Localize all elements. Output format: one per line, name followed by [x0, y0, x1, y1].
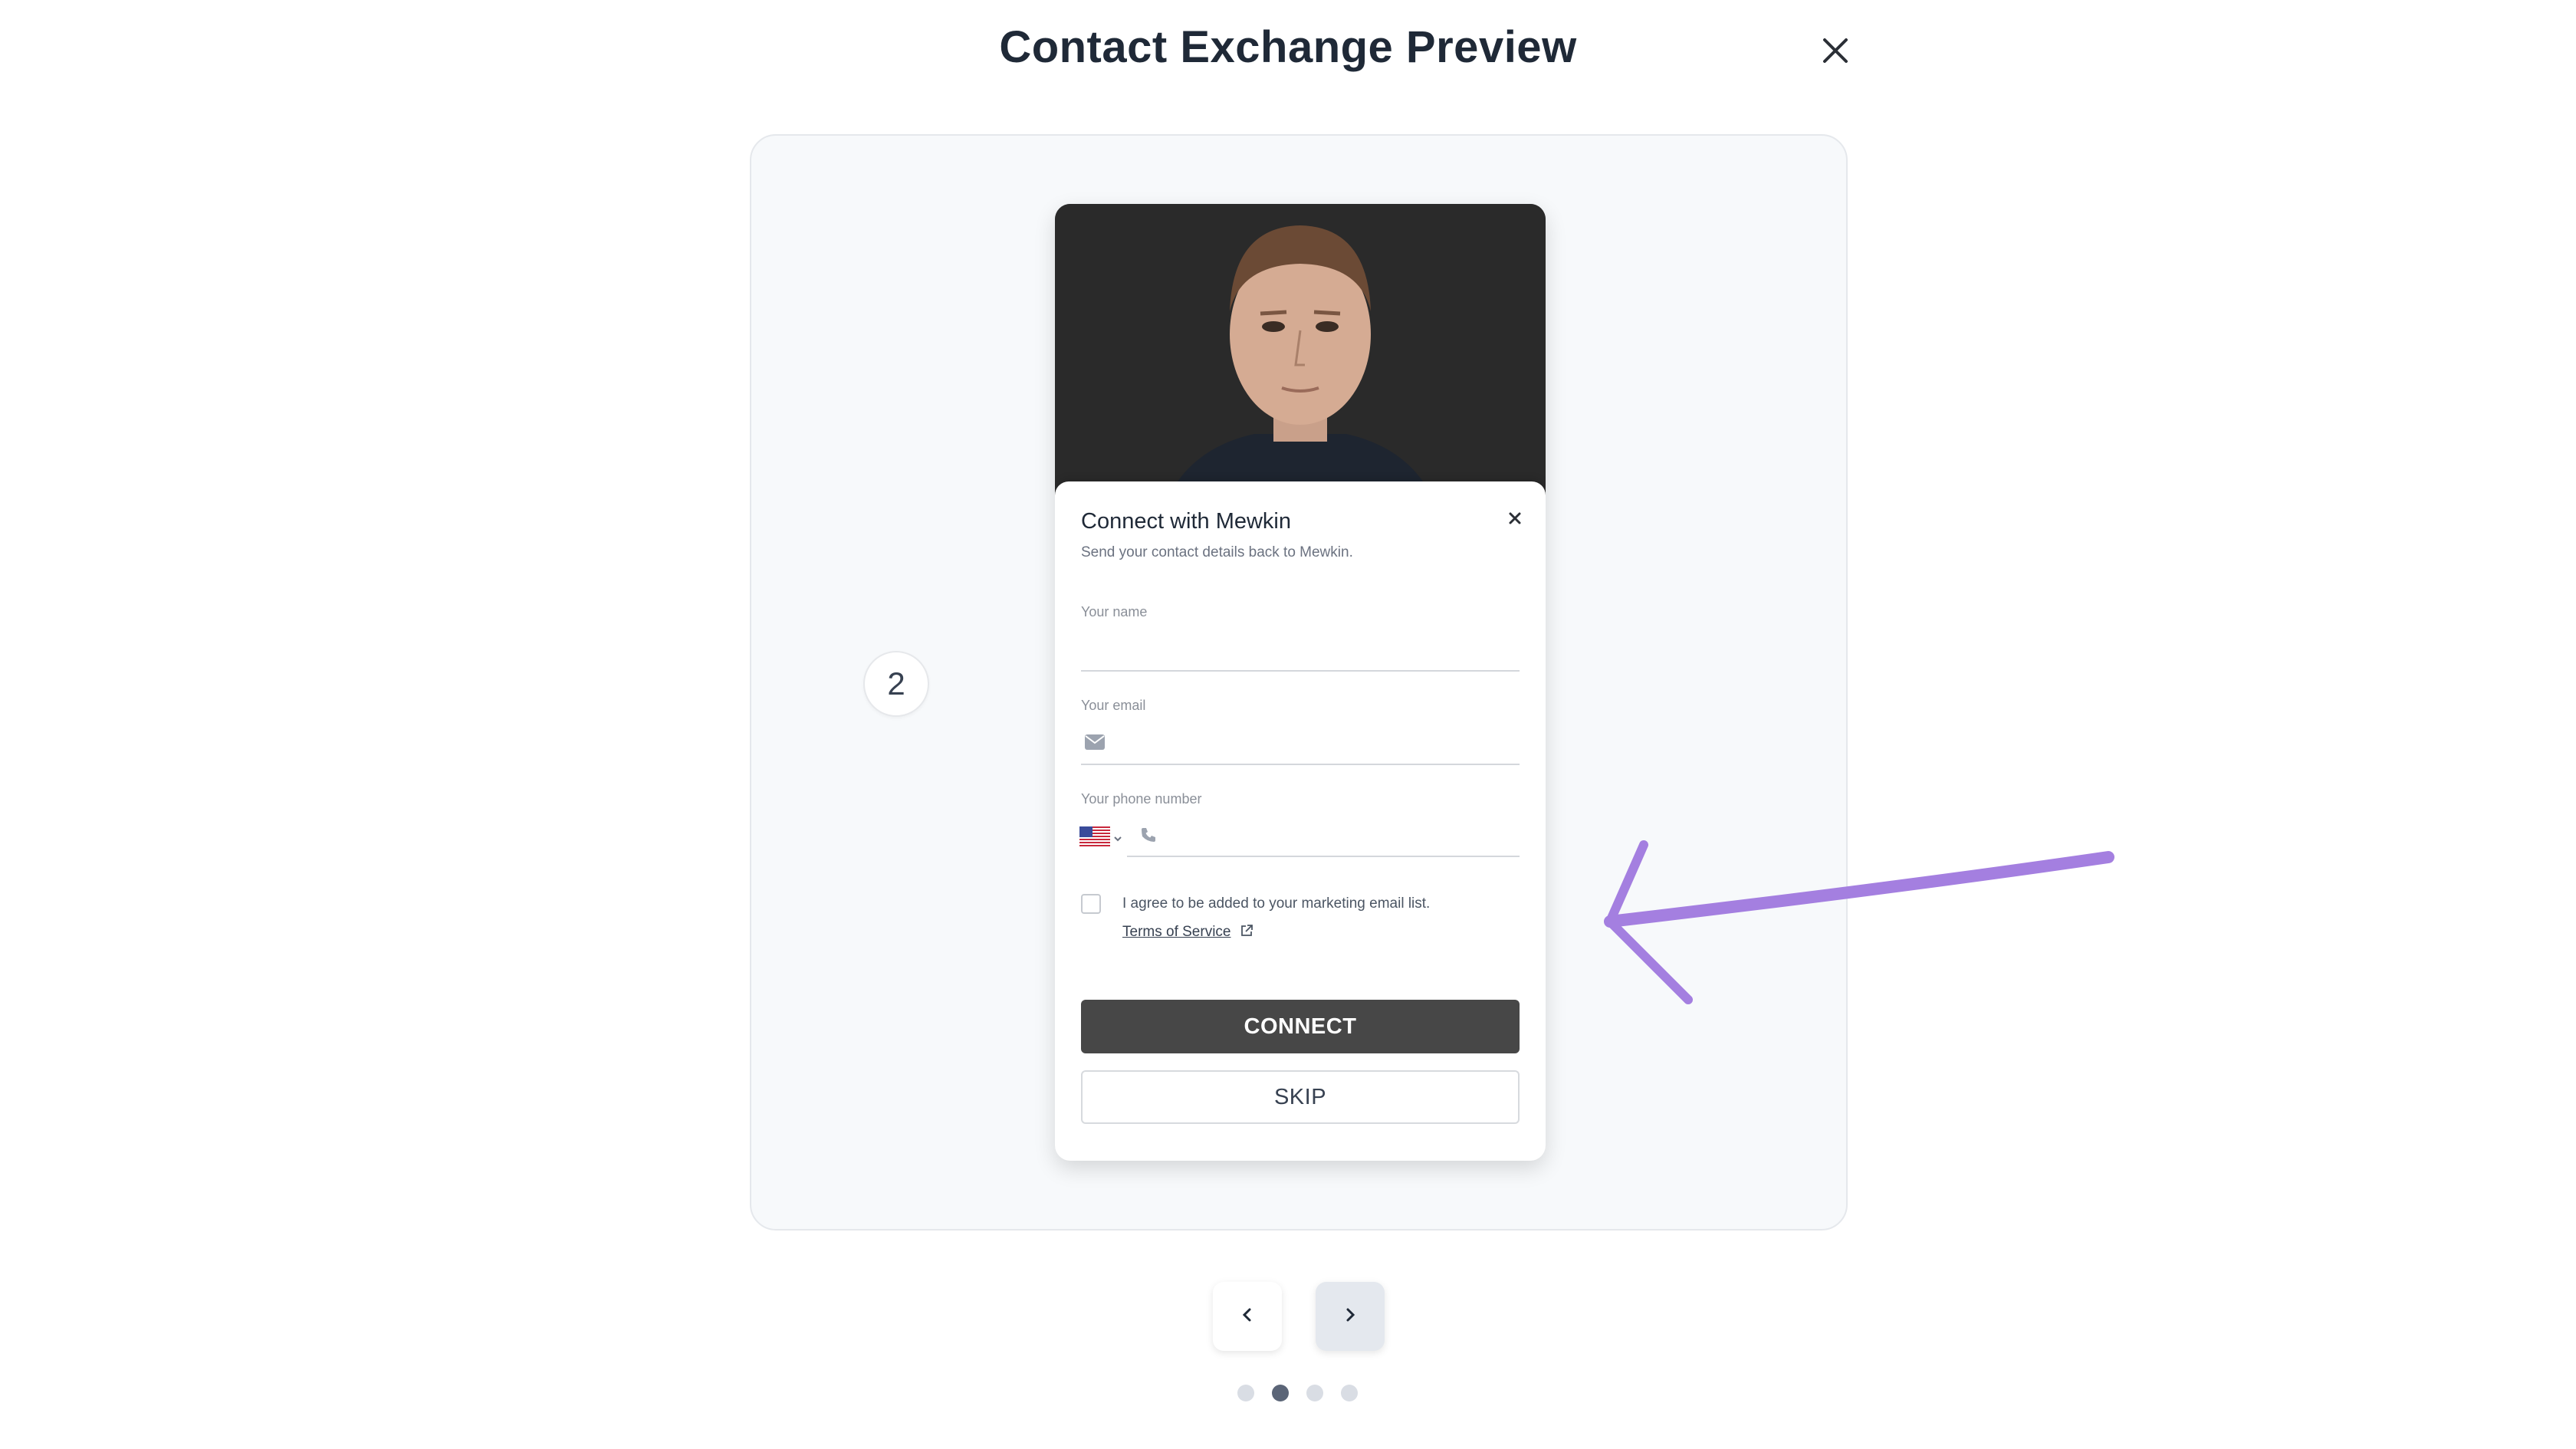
pagination-dot-1[interactable] — [1237, 1385, 1254, 1401]
phone-field[interactable] — [1167, 820, 1520, 848]
chevron-right-icon — [1341, 1306, 1359, 1328]
email-label: Your email — [1081, 698, 1146, 713]
next-button[interactable] — [1316, 1282, 1385, 1351]
pagination-dot-4[interactable] — [1341, 1385, 1358, 1401]
sheet-subtitle: Send your contact details back to Mewkin… — [1081, 544, 1353, 560]
sheet-title: Connect with Mewkin — [1081, 509, 1291, 534]
name-field-underline — [1081, 670, 1520, 672]
us-flag-icon[interactable] — [1079, 826, 1110, 846]
email-field-underline — [1081, 764, 1520, 765]
step-badge: 2 — [863, 651, 929, 717]
skip-button[interactable]: SKIP — [1081, 1070, 1520, 1124]
previous-button[interactable] — [1213, 1282, 1282, 1351]
annotation-arrow — [1564, 836, 2116, 1012]
terms-of-service-link[interactable]: Terms of Service — [1122, 924, 1230, 941]
name-field[interactable] — [1081, 638, 1520, 665]
pagination-dot-2[interactable] — [1272, 1385, 1289, 1401]
mail-icon — [1084, 734, 1106, 751]
close-icon[interactable] — [1506, 509, 1524, 527]
marketing-consent-checkbox[interactable] — [1081, 894, 1101, 914]
phone-label: Your phone number — [1081, 791, 1202, 807]
modal-title: Contact Exchange Preview — [999, 22, 1577, 72]
close-icon[interactable] — [1819, 34, 1852, 67]
name-label: Your name — [1081, 604, 1148, 619]
phone-field-underline — [1127, 856, 1520, 857]
phone-preview: Connect with Mewkin Send your contact de… — [1055, 204, 1546, 1161]
connect-sheet: Connect with Mewkin Send your contact de… — [1055, 481, 1546, 1161]
chevron-down-icon[interactable] — [1113, 833, 1122, 842]
connect-button[interactable]: CONNECT — [1081, 1000, 1520, 1053]
pagination-dot-3[interactable] — [1306, 1385, 1323, 1401]
pagination-dots — [1237, 1385, 1360, 1403]
chevron-left-icon — [1238, 1306, 1257, 1328]
marketing-consent-label: I agree to be added to your marketing em… — [1122, 895, 1431, 912]
external-link-icon[interactable] — [1240, 924, 1254, 938]
email-field[interactable] — [1116, 728, 1520, 756]
phone-icon — [1139, 826, 1158, 844]
profile-photo — [1055, 204, 1546, 511]
